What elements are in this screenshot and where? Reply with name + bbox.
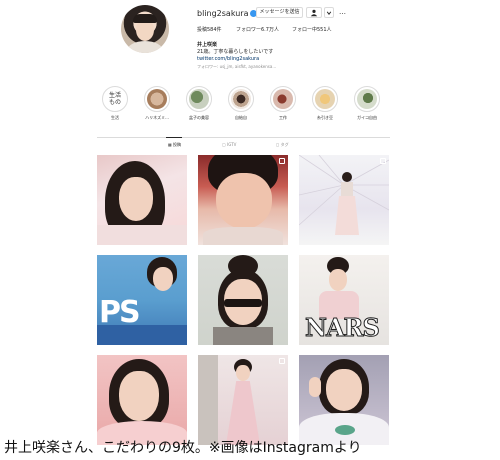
highlight-ring [312,86,338,112]
post-face [119,177,153,221]
highlight-ring [354,86,380,112]
post-shirt-print [335,425,355,435]
message-button[interactable]: メッセージを送信 [256,7,303,18]
post-hand [309,377,321,397]
carousel-icon [279,158,285,164]
post-illustration [299,155,389,235]
person-icon [310,9,318,17]
highlight-ring [144,86,170,112]
highlight-item[interactable]: ガイコ自由 [352,86,382,121]
highlight-ring [270,86,296,112]
posts-count: 投稿584件 [197,27,222,33]
chevron-down-icon [326,11,332,15]
post-face [153,267,173,291]
article-caption: 井上咲楽さん、こだわりの9枚。※画像はInstagramより [4,440,362,456]
highlight-cover [315,89,335,109]
follow-button[interactable] [306,7,322,18]
highlight-label: ガイコ自由 [357,115,377,120]
highlight-cover [273,89,293,109]
avatar-body [127,41,163,53]
post-thumbnail[interactable] [299,355,389,445]
highlight-cover [189,89,209,109]
post-unibrow [224,299,262,307]
suggested-dropdown-button[interactable] [324,7,334,18]
highlight-ring: 生活 もの [102,86,128,112]
highlight-item[interactable]: ハリネズミ... [142,86,172,121]
highlight-item[interactable]: 生活 もの 生活 [100,86,130,121]
avatar-hair [133,14,157,23]
post-face [326,369,362,411]
post-curtain [198,355,218,445]
profile-bio: 21歳。丁寧な暮らしをしたいです [197,49,274,55]
tab-divider [97,137,390,138]
highlight-cover [357,89,377,109]
post-thumbnail[interactable] [97,155,187,245]
post-shoulders [97,225,187,245]
highlight-label: 生活 [111,115,119,120]
tab-active-indicator [166,137,182,138]
highlight-label: 盆子の美容 [189,115,209,120]
post-thumbnail[interactable] [198,155,288,245]
highlight-cover [231,89,251,109]
more-options-icon[interactable]: … [339,8,346,16]
post-face [236,365,250,381]
tab-igtv[interactable]: ▢ IGTV [222,142,236,147]
highlight-label: 自給自 [235,115,247,120]
profile-full-name: 井上咲楽 [197,42,218,48]
profile-username: bling2sakura [197,9,258,18]
highlight-cover: 生活 もの [105,89,125,109]
carousel-icon [380,158,386,164]
post-nars-text: NARS [305,313,381,343]
highlight-ring [228,86,254,112]
highlight-label: ハリネズミ... [145,115,169,120]
highlight-item[interactable]: 糸引き豆 [310,86,340,121]
post-dress [226,381,260,445]
post-thumbnail[interactable]: PS [97,255,187,345]
profile-avatar[interactable] [121,5,169,53]
username-text: bling2sakura [197,9,249,18]
highlight-item[interactable]: 工作 [268,86,298,121]
post-hands [203,227,283,245]
followers-count[interactable]: フォロワー6.7万人 [236,26,279,33]
highlight-label: 糸引き豆 [317,115,333,120]
following-count[interactable]: フォロー中551人 [292,26,332,33]
post-shirt [213,327,273,345]
post-thumbnail[interactable] [97,355,187,445]
tab-tagged[interactable]: ◻ タグ [276,142,289,148]
post-thumbnail[interactable]: NARS [299,255,389,345]
followed-by[interactable]: フォロワー: usj_jm, aisfkt, ayanokensa... [197,64,276,70]
story-highlights: 生活 もの 生活 ハリネズミ... 盆子の美容 自給自 工作 糸引き豆 ガイコ自… [100,86,400,126]
post-thumbnail[interactable] [299,155,389,245]
tab-posts[interactable]: ▦ 投稿 [168,142,181,148]
post-face [329,269,347,291]
post-face [216,173,272,229]
post-face [119,371,159,421]
highlight-cover [147,89,167,109]
highlight-item[interactable]: 自給自 [226,86,256,121]
post-box [97,325,187,345]
highlight-ring [186,86,212,112]
highlight-label: 工作 [279,115,287,120]
profile-link[interactable]: twitter.com/bling2sakura [197,56,259,62]
post-thumbnail[interactable] [198,255,288,345]
post-thumbnail[interactable] [198,355,288,445]
highlight-item[interactable]: 盆子の美容 [184,86,214,121]
carousel-icon [279,358,285,364]
